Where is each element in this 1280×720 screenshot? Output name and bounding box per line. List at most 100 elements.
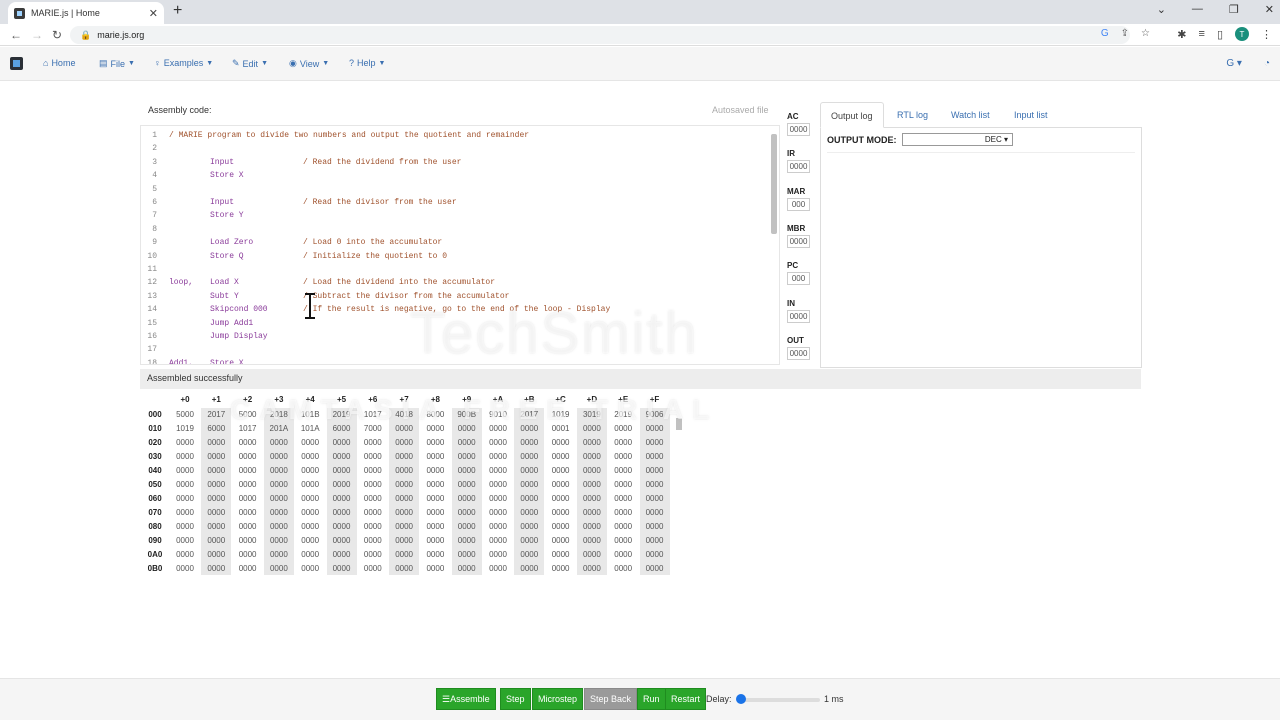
register-value: 000: [787, 272, 810, 286]
assemble-button[interactable]: ☰Assemble: [436, 688, 496, 710]
close-window-icon[interactable]: ✕: [1265, 3, 1274, 16]
chevron-down-icon[interactable]: ⌄: [1157, 3, 1166, 16]
nav-home[interactable]: ⌂ Home: [43, 58, 75, 68]
code-instruction: Store X: [210, 171, 244, 181]
memory-cell: 0000: [426, 536, 445, 545]
line-number: 10: [147, 251, 157, 261]
output-mode-select[interactable]: DEC ▾: [902, 133, 1013, 146]
delay-slider[interactable]: [740, 698, 820, 702]
tab-output-log[interactable]: Output log: [820, 102, 884, 128]
menu-icon[interactable]: ⋮: [1261, 28, 1272, 41]
memory-cell: 0000: [176, 536, 194, 545]
minimize-icon[interactable]: —: [1192, 3, 1203, 16]
register-name: IN: [787, 298, 795, 308]
memory-cell: 0000: [176, 550, 194, 559]
register-value: 0000: [787, 309, 810, 323]
navbar-right: G ▾ ◔: [1226, 58, 1270, 69]
code-instruction: Store Q: [210, 251, 244, 261]
nav-file[interactable]: ▤ File ▼: [99, 58, 135, 69]
star-icon[interactable]: ☆: [1141, 28, 1150, 39]
back-icon[interactable]: ←: [10, 28, 22, 42]
nav-view[interactable]: ◉ View ▼: [289, 58, 329, 69]
code-line[interactable]: 7 Store Y: [141, 209, 771, 222]
step-button[interactable]: Step: [500, 688, 531, 710]
close-tab-icon[interactable]: ✕: [149, 7, 158, 20]
memory-cell: 0000: [363, 564, 382, 573]
step-back-button[interactable]: Step Back: [584, 688, 638, 710]
restore-icon[interactable]: ❐: [1229, 3, 1239, 16]
register-name: MAR: [787, 186, 806, 196]
puzzle-icon[interactable]: ✱: [1177, 28, 1186, 41]
google-translate-icon[interactable]: G ▾: [1226, 58, 1242, 69]
memory-cell: 0000: [426, 550, 445, 559]
code-line[interactable]: 1 / MARIE program to divide two numbers a…: [141, 129, 771, 142]
memory-row-address: 030: [148, 452, 162, 461]
memory-cell: 0000: [576, 436, 607, 450]
code-line[interactable]: 4 Store X: [141, 169, 771, 182]
new-tab-icon[interactable]: +: [173, 2, 182, 20]
code-line[interactable]: 11: [141, 263, 771, 276]
sidepanel-icon[interactable]: ▯: [1217, 28, 1223, 41]
line-number: 3: [152, 157, 157, 167]
memory-cell: 0000: [514, 534, 545, 548]
code-line[interactable]: 10 Store Q / Initialize the quotient to 0: [141, 250, 771, 263]
nav-edit[interactable]: ✎ Edit ▼: [232, 58, 268, 69]
memory-cell: 0000: [576, 562, 607, 575]
url-input[interactable]: 🔒 marie.js.org: [70, 26, 1130, 44]
line-number: 11: [147, 265, 157, 274]
google-icon[interactable]: G: [1101, 28, 1109, 39]
code-label: Add1,: [169, 358, 194, 365]
forward-icon[interactable]: →: [31, 28, 43, 42]
tab-watch-list[interactable]: Watch list: [941, 102, 1000, 128]
code-line[interactable]: 9 Load Zero / Load 0 into the accumulator: [141, 236, 771, 249]
code-line[interactable]: 5: [141, 183, 771, 196]
marie-logo[interactable]: [10, 57, 23, 70]
code-line[interactable]: 3 Input / Read the dividend from the user: [141, 156, 771, 169]
reload-icon[interactable]: ↻: [52, 28, 62, 42]
browser-tab[interactable]: MARIE.js | Home ✕: [8, 2, 164, 24]
memory-cell: 0000: [389, 548, 420, 562]
avatar[interactable]: T: [1235, 27, 1249, 41]
code-line[interactable]: 6 Input / Read the divisor from the user: [141, 196, 771, 209]
github-icon[interactable]: ◔: [1264, 58, 1270, 69]
code-line[interactable]: 8: [141, 223, 771, 236]
memory-cell: 0000: [451, 506, 482, 520]
memory-cell: 0000: [201, 548, 232, 562]
memory-cell: 0000: [551, 522, 570, 531]
memory-cell: 0000: [489, 480, 507, 489]
memory-cell: 0000: [363, 466, 382, 475]
tab-input-list[interactable]: Input list: [1004, 102, 1058, 128]
memory-cell: 0000: [238, 494, 257, 503]
memory-cell: 0000: [426, 522, 445, 531]
nav-edit-label: Edit: [242, 58, 259, 69]
eye-icon: ◉: [289, 58, 297, 68]
memory-cell: 0000: [238, 550, 257, 559]
nav-help[interactable]: ? Help ▼: [349, 58, 385, 68]
memory-cell: 0000: [301, 508, 320, 517]
nav-examples[interactable]: ♀ Examples ▼: [154, 58, 213, 68]
reading-list-icon[interactable]: ≡: [1199, 28, 1205, 40]
list-icon: ☰: [442, 694, 451, 704]
delay-slider-handle[interactable]: [736, 694, 746, 704]
code-line[interactable]: 2: [141, 142, 771, 155]
memory-cell: 0000: [263, 450, 294, 464]
memory-cell: 0000: [389, 562, 420, 575]
memory-cell: 0000: [326, 492, 357, 506]
code-line[interactable]: 12 loop, Load X / Load the dividend into th…: [141, 276, 771, 289]
memory-cell: 0000: [201, 562, 232, 575]
memory-cell: 0000: [238, 438, 257, 447]
run-button[interactable]: Run: [637, 688, 666, 710]
editor-scrollbar[interactable]: [771, 134, 777, 234]
microstep-button[interactable]: Microstep: [532, 688, 584, 710]
restart-button[interactable]: Restart: [665, 688, 707, 710]
memory-cell: 0000: [238, 480, 257, 489]
memory-cell: 0000: [201, 478, 232, 492]
caret-down-icon: ▼: [378, 59, 386, 67]
tab-rtl-log[interactable]: RTL log: [887, 102, 938, 128]
memory-cell: 0000: [326, 464, 357, 478]
memory-cell: 0000: [614, 550, 633, 559]
share-icon[interactable]: ⇪: [1121, 28, 1129, 39]
register-ac: AC 0000: [787, 112, 812, 136]
memory-cell: 0000: [363, 480, 382, 489]
code-instruction: Skipcond 000: [210, 305, 268, 315]
